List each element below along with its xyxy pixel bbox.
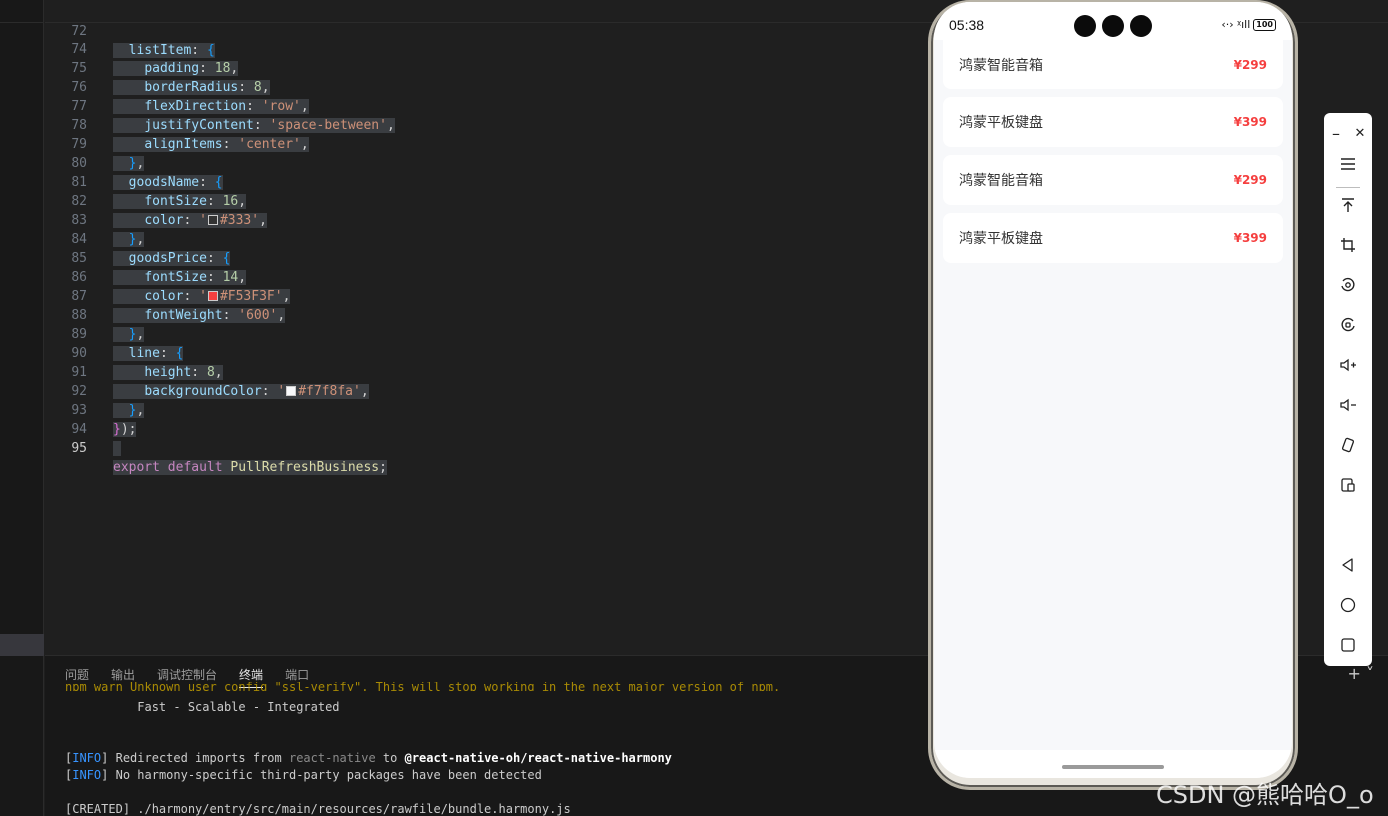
screenshot-icon[interactable] [1324,305,1372,345]
code-line: 90 height: 8, [45,325,945,380]
code-line: 88 }, [45,287,945,342]
code-line: 79 }, [45,116,945,171]
home-indicator[interactable] [1062,765,1164,769]
log-text: react-native [288,751,376,765]
code-line: 94 [45,401,945,456]
volume-down-icon[interactable] [1324,385,1372,425]
home-icon[interactable] [1324,585,1372,625]
log-text: ] Redirected imports from [101,751,289,765]
battery-icon: 100 [1253,18,1276,31]
code-line: 72 listItem: { [45,3,945,58]
goods-price: ¥299 [1233,57,1267,72]
code-line: 80 goodsName: { [45,135,945,190]
code-line: 84 goodsPrice: { [45,211,945,266]
menu-icon[interactable] [1324,144,1372,184]
terminal-line: [INFO] No harmony-specific third-party p… [65,768,542,782]
code-line: 74 padding: 18, [45,21,945,76]
camera-icon [1074,15,1096,37]
log-tag: INFO [72,768,102,782]
clock: 05:38 [949,17,985,33]
crop-icon[interactable] [1324,225,1372,265]
pin-top-icon[interactable] [1324,185,1372,225]
terminal-line: [INFO] Redirected imports from react-nat… [65,751,672,765]
list-item[interactable]: 鸿蒙智能音箱 ¥299 [943,155,1283,205]
goods-name: 鸿蒙平板键盘 [959,231,1043,247]
line-number: 95 [71,441,87,456]
code-line: 77 justifyContent: 'space-between', [45,78,945,133]
goods-price: ¥299 [1233,173,1267,187]
goods-list: 鸿蒙智能音箱 ¥299 鸿蒙平板键盘 ¥399 鸿蒙智能音箱 ¥299 鸿蒙平板… [943,40,1283,271]
list-item[interactable]: 鸿蒙智能音箱 ¥299 [943,40,1283,89]
goods-name: 鸿蒙智能音箱 [959,57,1043,74]
goods-price: ¥399 [1233,115,1267,129]
log-text: ] No harmony-specific third-party packag… [101,768,542,782]
emulator-toolbar: – ✕ [1324,113,1372,666]
code-line: 86 color: ' #F53F3F', [45,249,945,304]
log-tag: INFO [72,751,102,765]
watermark: CSDN @熊哈哈O_o [1156,781,1374,809]
goods-price: ¥399 [1233,231,1267,245]
code-line: 95 export default PullRefreshBusiness; [45,420,945,475]
camera-icon [1130,15,1152,37]
code-line: 91 backgroundColor: ' #f7f8fa', [45,344,945,399]
code-line: 83 }, [45,192,945,247]
goods-name: 鸿蒙平板键盘 [959,115,1043,131]
log-tag: CREATED [72,802,123,816]
code-line: 76 flexDirection: 'row', [45,59,945,114]
code-line: 93 }); [45,382,945,437]
activity-bar [0,0,44,816]
log-text: ] ./harmony/entry/src/main/resources/raw… [122,802,571,816]
code-line: 92 }, [45,363,945,418]
terminal-line: [CREATED] ./harmony/entry/src/main/resou… [65,802,571,816]
code-line: 78 alignItems: 'center', [45,97,945,152]
recents-icon[interactable] [1324,625,1372,665]
code-line: 89 line: { [45,306,945,361]
gesture-bar [934,750,1292,778]
shake-icon[interactable] [1324,425,1372,465]
volume-up-icon[interactable] [1324,345,1372,385]
camera-icon [1102,15,1124,37]
plus-icon[interactable]: + ˅ [1348,664,1375,683]
activity-highlight[interactable] [0,634,44,656]
signal-icon: ‹·› ᵡıll [1221,18,1251,31]
list-item[interactable]: 鸿蒙平板键盘 ¥399 [943,97,1283,147]
goods-name: 鸿蒙智能音箱 [959,173,1043,189]
terminal-line: Fast - Scalable - Integrated [65,700,340,714]
phone-screen[interactable]: 05:38 ‹·› ᵡıll 100 鸿蒙智能音箱 ¥299 鸿蒙平板键盘 ¥3… [934,2,1292,778]
fold-icon[interactable] [1324,465,1372,505]
code-line: 82 color: ' #333', [45,173,945,228]
log-text: @react-native-oh/react-native-harmony [404,751,672,765]
activity-divider [0,22,44,23]
code-line: 87 fontWeight: '600', [45,268,945,323]
terminal-line: npm warn Unknown user config "ssl-verify… [65,682,781,691]
status-bar: 05:38 ‹·› ᵡıll 100 [934,2,1292,40]
list-item[interactable]: 鸿蒙平板键盘 ¥399 [943,213,1283,263]
code-line: 75 borderRadius: 8, [45,40,945,95]
rotate-icon[interactable] [1324,265,1372,305]
status-icons: ‹·› ᵡıll 100 [1221,18,1276,31]
log-text: to [375,751,405,765]
code-line: 81 fontSize: 16, [45,154,945,209]
back-icon[interactable] [1324,545,1372,585]
code-line: 85 fontSize: 14, [45,230,945,285]
